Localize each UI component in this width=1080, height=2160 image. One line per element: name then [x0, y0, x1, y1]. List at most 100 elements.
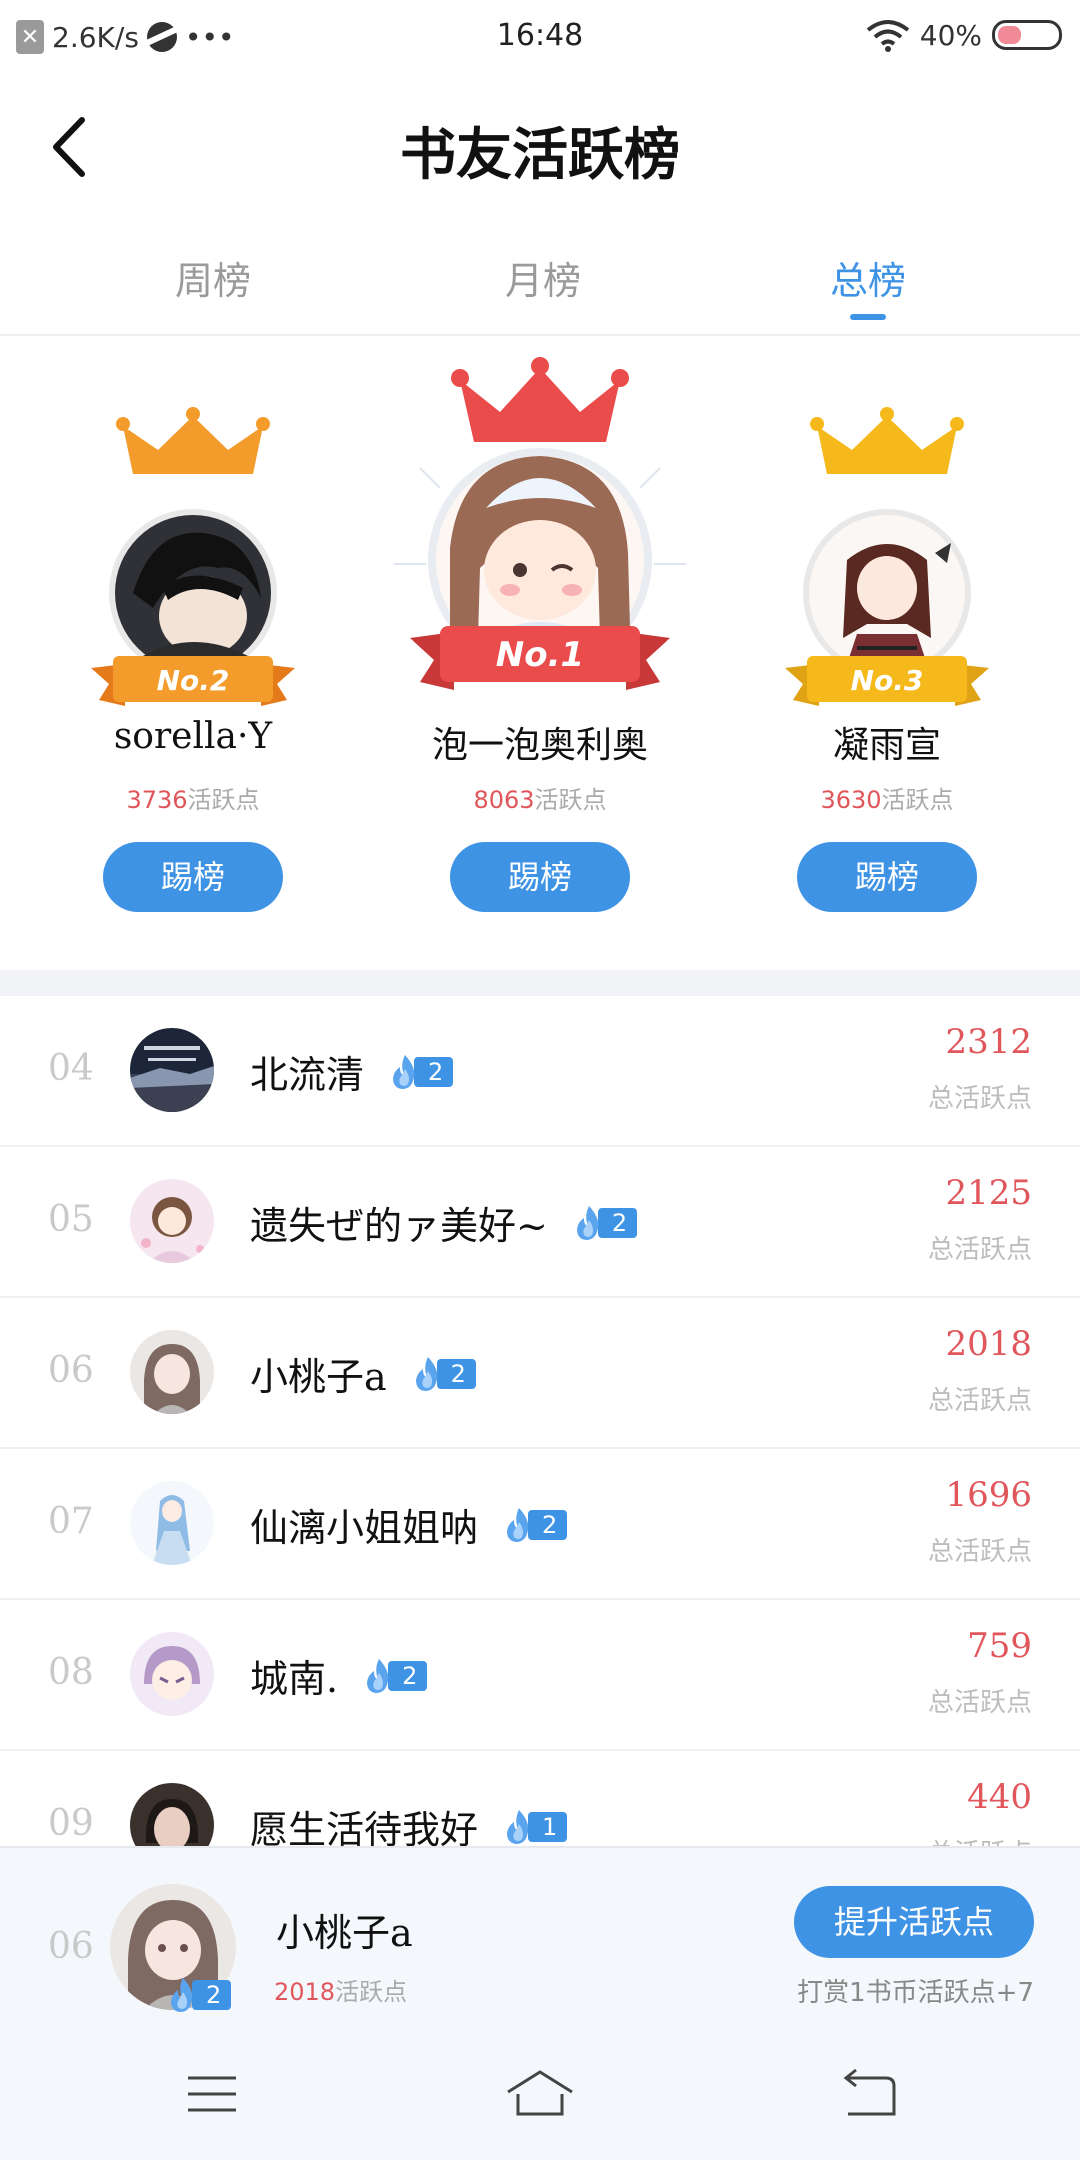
podium-points: 3736活跃点 [126, 786, 260, 814]
flame-icon [171, 1978, 193, 2012]
ranking-row[interactable]: 06 小桃子a 2 2018 总活跃点 [0, 1298, 1080, 1449]
return-icon[interactable] [828, 2064, 908, 2124]
score-value: 1696 [945, 1475, 1032, 1515]
podium-points: 3630活跃点 [820, 786, 954, 814]
user-row-title: 遗失ぜ的ァ美好~ 2 [250, 1195, 638, 1250]
ranking-row[interactable]: 04 北流清 2 2312 总活跃点 [0, 996, 1080, 1147]
tab-total[interactable]: 总榜 [768, 250, 968, 305]
podium-third: No.3 凝雨宣 3630活跃点 踢榜 [707, 338, 1067, 970]
my-user-name: 小桃子a [276, 1911, 413, 1955]
avatar[interactable] [130, 1632, 214, 1716]
kick-button[interactable]: 踢榜 [797, 842, 977, 912]
level-badge: 2 [413, 1356, 476, 1391]
section-divider [0, 970, 1080, 996]
rank-ribbon: No.1 [410, 626, 670, 690]
flame-icon [507, 1809, 529, 1844]
badge-text: No.2 [157, 664, 230, 697]
page-title: 书友活跃榜 [400, 122, 680, 188]
user-row-title: 小桃子a 2 [250, 1346, 476, 1401]
crown-icon [116, 407, 270, 474]
user-row-title: 仙漓小姐姐呐 2 [250, 1497, 568, 1552]
user-name: 城南. [250, 1657, 339, 1701]
user-name: 遗失ぜ的ァ美好~ [250, 1204, 548, 1248]
user-row-title: 愿生活待我好 1 [250, 1799, 568, 1846]
level-badge: 1 [504, 1809, 568, 1844]
boost-activity-button[interactable]: 提升活跃点 [794, 1886, 1034, 1958]
status-right: 40% [866, 18, 1062, 52]
flame-icon [576, 1205, 599, 1240]
badge-text: No.1 [496, 635, 584, 675]
score-label: 总活跃点 [927, 1537, 1032, 1567]
rank-ribbon: No.2 [91, 656, 295, 706]
user-name: 仙漓小姐姐呐 [250, 1506, 479, 1550]
boost-hint: 打赏1书币活跃点+7 [797, 1978, 1034, 2008]
ranking-row[interactable]: 05 遗失ぜ的ァ美好~ 2 2125 总活跃点 [0, 1147, 1080, 1298]
score-value: 2125 [945, 1173, 1032, 1213]
podium-first: No.1 泡一泡奥利奥 8063活跃点 踢榜 [360, 338, 720, 970]
top-three-podium: No.2 sorella·Y 3736活跃点 踢榜 No.1 泡一泡奥利奥 80… [0, 338, 1080, 970]
level-badge: 2 [390, 1054, 454, 1089]
user-row-title: 城南. 2 [250, 1648, 428, 1703]
podium-name: sorella·Y [113, 716, 273, 757]
rank-one-avatar-frame: No.1 [394, 357, 686, 690]
user-row-title: 北流清 2 [250, 1044, 454, 1099]
level-badge: 2 [364, 1658, 428, 1693]
podium-name: 凝雨宣 [832, 725, 941, 766]
menu-icon[interactable] [172, 2064, 252, 2124]
ranking-row[interactable]: 09 愿生活待我好 1 440 总活跃点 [0, 1751, 1080, 1846]
user-name: 愿生活待我好 [250, 1808, 479, 1846]
ranking-list[interactable]: 04 北流清 2 2312 总活跃点 05 遗失ぜ的ァ美好~ 2 2125 总活… [0, 996, 1080, 1846]
score-value: 440 [967, 1777, 1032, 1817]
podium-points: 8063活跃点 [473, 786, 607, 814]
my-rank-number: 06 [48, 1926, 94, 1967]
ranking-row[interactable]: 08 城南. 2 759 总活跃点 [0, 1600, 1080, 1751]
badge-text: No.3 [851, 664, 924, 697]
kick-button[interactable]: 踢榜 [450, 842, 630, 912]
battery-percent: 40% [919, 18, 982, 52]
avatar[interactable] [130, 1783, 214, 1846]
flame-icon [393, 1054, 415, 1089]
score-value: 2312 [945, 1022, 1032, 1062]
score-label: 总活跃点 [927, 1386, 1032, 1416]
crown-icon [810, 407, 964, 474]
user-name: 小桃子a [250, 1355, 387, 1399]
podium-second: No.2 sorella·Y 3736活跃点 踢榜 [13, 338, 373, 970]
tab-monthly[interactable]: 月榜 [443, 250, 643, 305]
battery-fill [998, 26, 1021, 44]
score-label: 总活跃点 [927, 1235, 1032, 1265]
kick-button[interactable]: 踢榜 [103, 842, 283, 912]
rank-number: 08 [48, 1652, 94, 1693]
score-label: 总活跃点 [927, 1688, 1032, 1718]
avatar[interactable] [130, 1481, 214, 1565]
tab-bar: 周榜 月榜 总榜 [0, 230, 1080, 336]
tab-active-indicator [850, 314, 886, 320]
flame-icon [415, 1356, 437, 1391]
tab-weekly[interactable]: 周榜 [113, 250, 313, 305]
score-value: 759 [967, 1626, 1032, 1666]
flame-icon [507, 1507, 529, 1542]
avatar[interactable] [130, 1179, 214, 1263]
rank-number: 04 [48, 1048, 94, 1089]
level-badge: 2 [504, 1507, 568, 1542]
system-nav-bar [0, 2020, 1080, 2160]
header: 书友活跃榜 [0, 72, 1080, 222]
wifi-icon [866, 20, 910, 52]
rank-number: 05 [48, 1199, 94, 1240]
crown-icon [451, 357, 629, 442]
podium-name: 泡一泡奥利奥 [431, 725, 648, 766]
flame-icon [367, 1658, 389, 1693]
my-level-badge: 2 [168, 1978, 232, 2012]
score-label: 总活跃点 [928, 1833, 1032, 1846]
score-label: 总活跃点 [927, 1084, 1032, 1114]
level-badge: 2 [574, 1205, 638, 1240]
rank-three-avatar-frame: No.3 [785, 407, 989, 706]
avatar[interactable] [130, 1028, 214, 1112]
score-value: 2018 [945, 1324, 1032, 1364]
rank-ribbon: No.3 [785, 656, 989, 706]
rank-number: 07 [48, 1501, 94, 1542]
my-points: 2018活跃点 [274, 1978, 408, 2006]
ranking-row[interactable]: 07 仙漓小姐姐呐 2 1696 总活跃点 [0, 1449, 1080, 1600]
home-icon[interactable] [500, 2064, 580, 2124]
avatar[interactable] [130, 1330, 214, 1414]
status-bar: ✕ 2.6K/s ••• 16:48 40% [0, 0, 1080, 72]
